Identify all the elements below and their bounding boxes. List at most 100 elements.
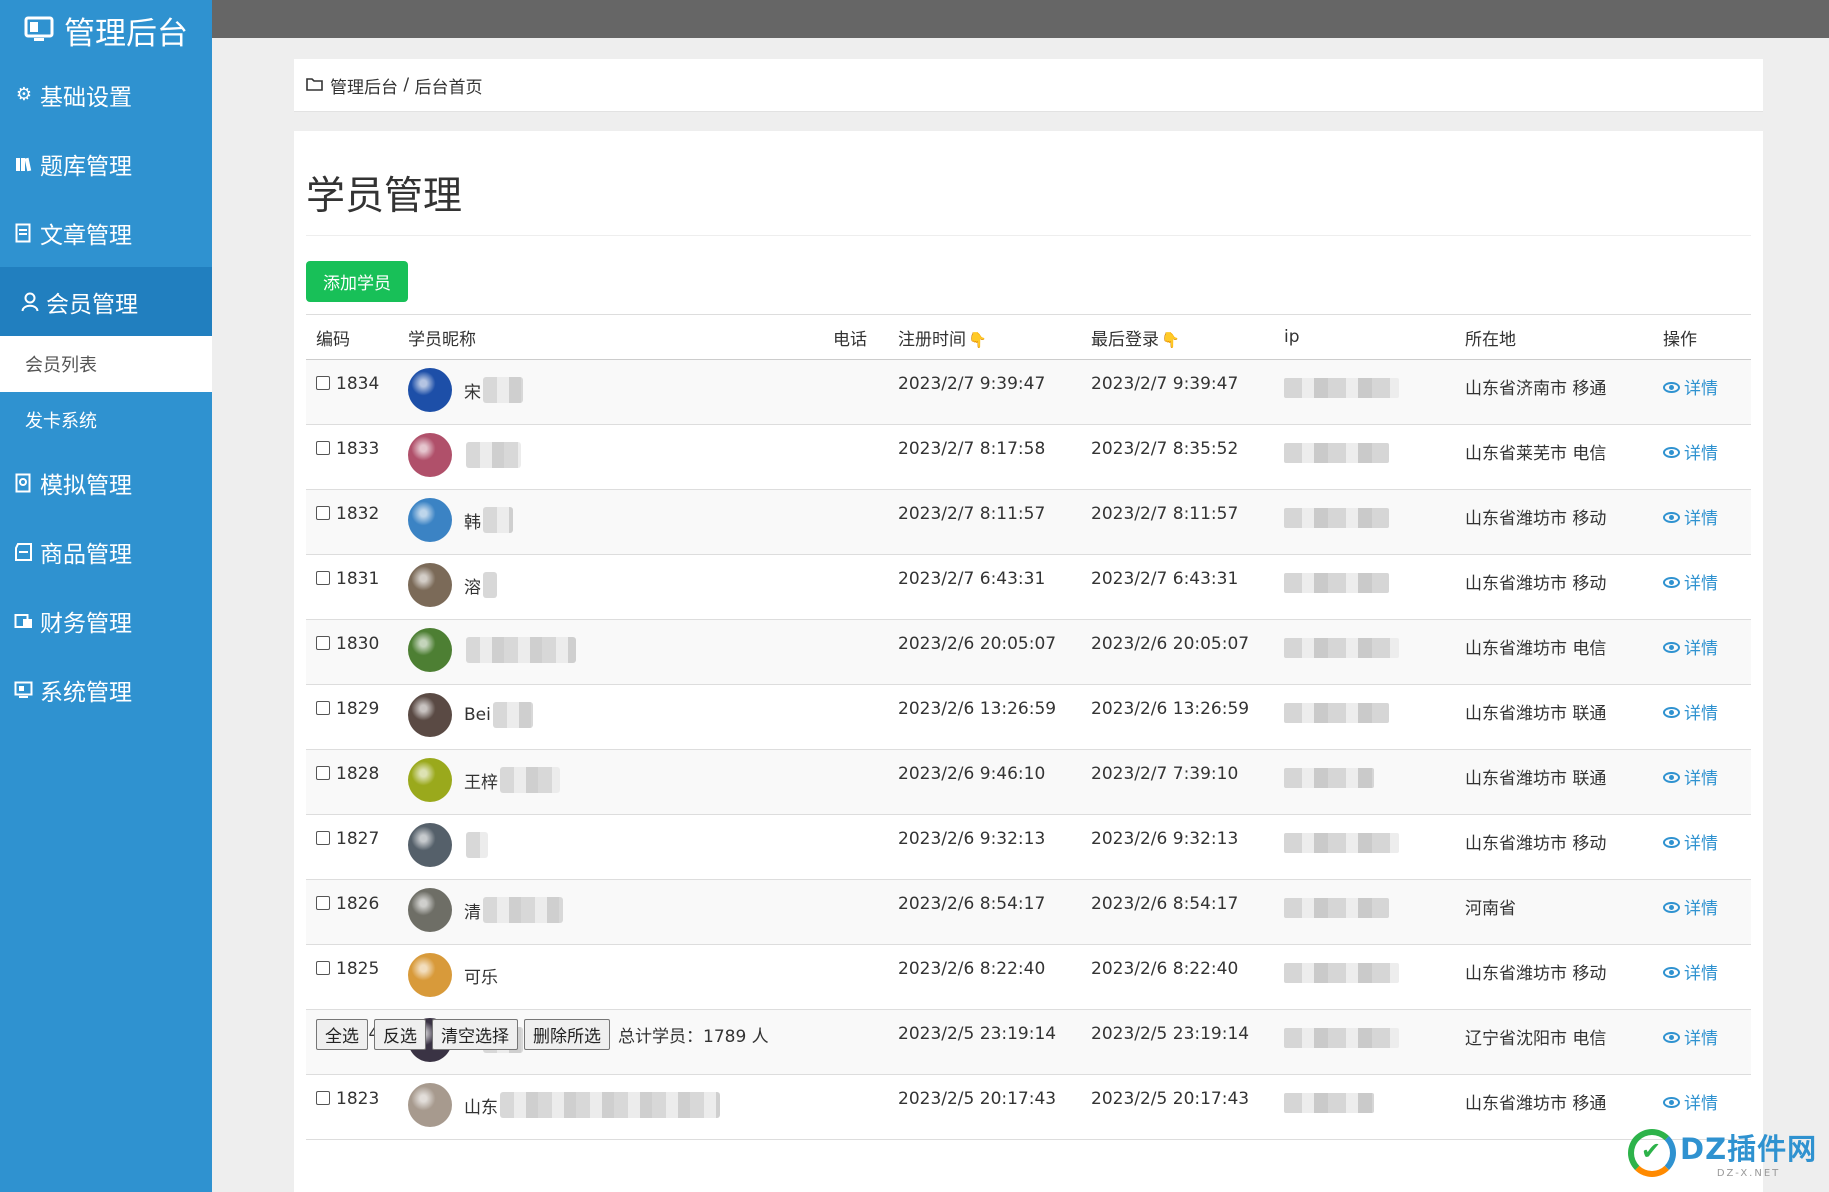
member-nickname: 王梓 — [464, 772, 498, 793]
redacted-ip — [1284, 508, 1389, 528]
row-checkbox[interactable] — [316, 766, 330, 780]
app-title: 管理后台 — [64, 15, 188, 52]
delete-selected-button[interactable]: 删除所选 — [524, 1019, 610, 1050]
row-checkbox[interactable] — [316, 571, 330, 585]
add-member-button[interactable]: 添加学员 — [306, 261, 408, 302]
avatar — [408, 953, 452, 997]
cell-id: 1833 — [306, 424, 398, 490]
table-header-row: 编码 学员昵称 电话 注册时间 👇 最后登录 👇 ip 所在地 操作 — [306, 314, 1751, 360]
nav-member[interactable]: 会员管理 — [0, 267, 212, 336]
nav-finance[interactable]: 财务管理 — [0, 586, 212, 655]
table-row: 1831 溶 2023/2/7 6:43:31 2023/2/7 6:43:31 山东省… — [306, 554, 1751, 620]
row-checkbox[interactable] — [316, 896, 330, 910]
row-checkbox[interactable] — [316, 441, 330, 455]
detail-link[interactable]: 详情 — [1663, 769, 1718, 789]
redacted-name — [466, 442, 521, 468]
sort-icon[interactable]: 👇 — [968, 331, 987, 349]
cell-nickname — [398, 814, 823, 880]
folder-icon — [306, 76, 324, 95]
nav-basic-settings[interactable]: ⚙ 基础设置 — [0, 60, 212, 129]
cell-phone — [823, 489, 888, 555]
cell-location: 河南省 — [1455, 879, 1653, 945]
row-checkbox[interactable] — [316, 506, 330, 520]
nav-article[interactable]: 文章管理 — [0, 198, 212, 267]
member-id: 1827 — [336, 829, 380, 849]
nav-goods[interactable]: 商品管理 — [0, 517, 212, 586]
table-row: 1829 Bei 2023/2/6 13:26:59 2023/2/6 13:26:5… — [306, 684, 1751, 750]
member-nickname: 山东 — [464, 1097, 498, 1118]
breadcrumb-root[interactable]: 管理后台 — [330, 73, 398, 98]
detail-link[interactable]: 详情 — [1663, 574, 1718, 594]
member-id: 1825 — [336, 959, 380, 979]
cell-ip — [1274, 684, 1455, 750]
cell-nickname: 王梓 — [398, 749, 823, 815]
table-row: 1830 2023/2/6 20:05:07 2023/2/6 20:05:07 山东… — [306, 619, 1751, 685]
member-id: 1833 — [336, 439, 380, 459]
row-checkbox[interactable] — [316, 701, 330, 715]
nav-system[interactable]: 系统管理 — [0, 655, 212, 724]
submenu-card-system[interactable]: 发卡系统 — [0, 392, 212, 448]
member-id: 1834 — [336, 374, 380, 394]
col-id: 编码 — [306, 314, 398, 360]
cell-ip — [1274, 554, 1455, 620]
eye-icon — [1663, 1032, 1680, 1043]
cell-phone — [823, 814, 888, 880]
redacted-name — [466, 637, 576, 663]
cell-register-time: 2023/2/6 9:46:10 — [888, 749, 1081, 815]
sort-icon[interactable]: 👇 — [1161, 331, 1180, 349]
detail-link[interactable]: 详情 — [1663, 899, 1718, 919]
eye-icon — [1663, 772, 1680, 783]
breadcrumb: 管理后台 / 后台首页 — [294, 59, 1763, 112]
row-checkbox[interactable] — [316, 831, 330, 845]
member-id: 1830 — [336, 634, 380, 654]
cell-ip — [1274, 424, 1455, 490]
cell-actions: 详情 — [1653, 424, 1751, 490]
cell-last-login: 2023/2/7 8:35:52 — [1081, 424, 1274, 490]
books-icon — [12, 156, 36, 172]
nav-label: 系统管理 — [40, 679, 132, 706]
cell-register-time: 2023/2/5 23:19:14 — [888, 1009, 1081, 1075]
invert-selection-button[interactable]: 反选 — [374, 1019, 426, 1050]
redacted-ip — [1284, 703, 1389, 723]
detail-link[interactable]: 详情 — [1663, 379, 1718, 399]
cell-nickname — [398, 424, 823, 490]
col-last-login[interactable]: 最后登录 👇 — [1081, 314, 1274, 360]
avatar — [408, 433, 452, 477]
cell-actions: 详情 — [1653, 749, 1751, 815]
detail-label: 详情 — [1684, 964, 1718, 984]
redacted-ip — [1284, 963, 1399, 983]
redacted-ip — [1284, 898, 1389, 918]
cell-location: 山东省潍坊市 移动 — [1455, 489, 1653, 555]
nav-mock-exam[interactable]: 模拟管理 — [0, 448, 212, 517]
select-all-button[interactable]: 全选 — [316, 1019, 368, 1050]
detail-link[interactable]: 详情 — [1663, 834, 1718, 854]
detail-link[interactable]: 详情 — [1663, 1029, 1718, 1049]
nav-question-bank[interactable]: 题库管理 — [0, 129, 212, 198]
detail-label: 详情 — [1684, 899, 1718, 919]
app-logo[interactable]: 管理后台 — [0, 0, 212, 60]
redacted-name — [483, 507, 513, 533]
row-checkbox[interactable] — [316, 1091, 330, 1105]
avatar — [408, 1083, 452, 1127]
main-panel: 学员管理 添加学员 编码 学员昵称 电话 注册时间 👇 最后登录 👇 ip 所在地 … — [294, 131, 1763, 1192]
member-submenu: 会员列表 发卡系统 — [0, 336, 212, 448]
col-register-time[interactable]: 注册时间 👇 — [888, 314, 1081, 360]
member-id: 1831 — [336, 569, 380, 589]
redacted-ip — [1284, 1093, 1374, 1113]
submenu-member-list[interactable]: 会员列表 — [0, 336, 212, 392]
member-id: 1823 — [336, 1089, 380, 1109]
row-checkbox[interactable] — [316, 636, 330, 650]
row-checkbox[interactable] — [316, 376, 330, 390]
cell-ip — [1274, 944, 1455, 1010]
detail-link[interactable]: 详情 — [1663, 964, 1718, 984]
clear-selection-button[interactable]: 清空选择 — [432, 1019, 518, 1050]
detail-link[interactable]: 详情 — [1663, 444, 1718, 464]
detail-link[interactable]: 详情 — [1663, 639, 1718, 659]
row-checkbox[interactable] — [316, 961, 330, 975]
detail-link[interactable]: 详情 — [1663, 704, 1718, 724]
detail-link[interactable]: 详情 — [1663, 509, 1718, 529]
cell-actions: 详情 — [1653, 619, 1751, 685]
detail-link[interactable]: 详情 — [1663, 1094, 1718, 1114]
col-actions: 操作 — [1653, 314, 1751, 360]
member-nickname: 溶 — [464, 577, 481, 598]
